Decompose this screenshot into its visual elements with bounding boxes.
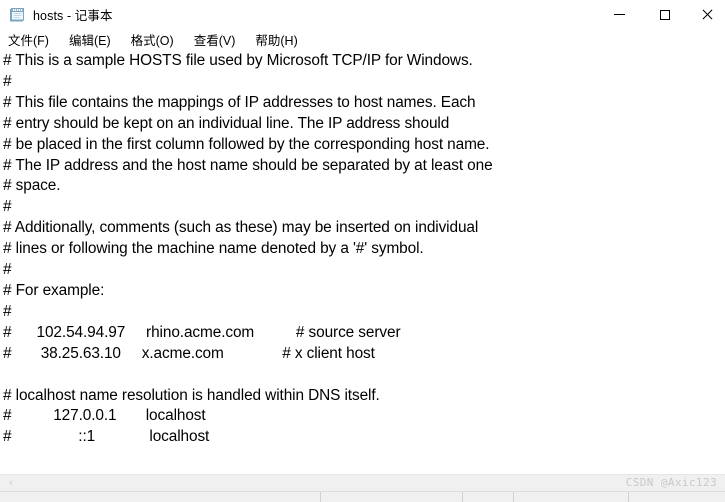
- scroll-left-icon[interactable]: ‹: [4, 475, 18, 491]
- menu-bar: 文件(F) 编辑(E) 格式(O) 查看(V) 帮助(H): [0, 29, 725, 50]
- horizontal-scrollbar[interactable]: ‹ CSDN @Axic123: [0, 474, 725, 491]
- notepad-window: hosts - 记事本 文件(F) 编辑(E) 格式(O) 查看(V) 帮助(H…: [0, 0, 725, 502]
- menu-view[interactable]: 查看(V): [194, 30, 236, 49]
- document-line: #: [3, 198, 12, 216]
- notepad-icon: [9, 7, 25, 23]
- close-button[interactable]: [687, 0, 725, 29]
- document-line: # This is a sample HOSTS file used by Mi…: [3, 52, 473, 69]
- minimize-button[interactable]: [597, 0, 642, 29]
- menu-format[interactable]: 格式(O): [131, 30, 174, 49]
- status-divider: [628, 492, 629, 502]
- window-title: hosts - 记事本: [33, 9, 113, 23]
- document-line: # be placed in the first column followed…: [3, 135, 490, 153]
- document-line: #: [3, 261, 12, 279]
- document-line: # This file contains the mappings of IP …: [3, 93, 476, 111]
- minimize-icon: [614, 14, 625, 15]
- document-line: # The IP address and the host name shoul…: [3, 156, 493, 174]
- watermark-text: CSDN @Axic123: [625, 476, 717, 489]
- document-line: # ::1 localhost: [3, 428, 210, 446]
- menu-help[interactable]: 帮助(H): [255, 30, 297, 49]
- document-line: # localhost name resolution is handled w…: [3, 386, 380, 404]
- document-line: #: [3, 72, 12, 90]
- document-line: #: [3, 302, 12, 320]
- document-line: # Additionally, comments (such as these)…: [3, 219, 479, 237]
- close-icon: [701, 9, 712, 20]
- maximize-icon: [659, 9, 670, 20]
- window-controls: [597, 0, 725, 29]
- status-divider: [513, 492, 514, 502]
- document-line: # entry should be kept on an individual …: [3, 114, 450, 132]
- text-editor[interactable]: # This is a sample HOSTS file used by Mi…: [0, 50, 725, 474]
- document-line: # 102.54.94.97 rhino.acme.com # source s…: [3, 323, 401, 341]
- document-line: # For example:: [3, 281, 105, 299]
- status-bar: [0, 491, 725, 502]
- document-line: # 38.25.63.10 x.acme.com # x client host: [3, 344, 375, 362]
- menu-edit[interactable]: 编辑(E): [69, 30, 111, 49]
- document-line: # lines or following the machine name de…: [3, 240, 424, 258]
- title-bar[interactable]: hosts - 记事本: [0, 0, 725, 29]
- document-line: # 127.0.0.1 localhost: [3, 407, 206, 425]
- status-divider: [320, 492, 321, 502]
- maximize-button[interactable]: [642, 0, 687, 29]
- document-line: # space.: [3, 177, 61, 195]
- menu-file[interactable]: 文件(F): [8, 30, 49, 49]
- status-divider: [462, 492, 463, 502]
